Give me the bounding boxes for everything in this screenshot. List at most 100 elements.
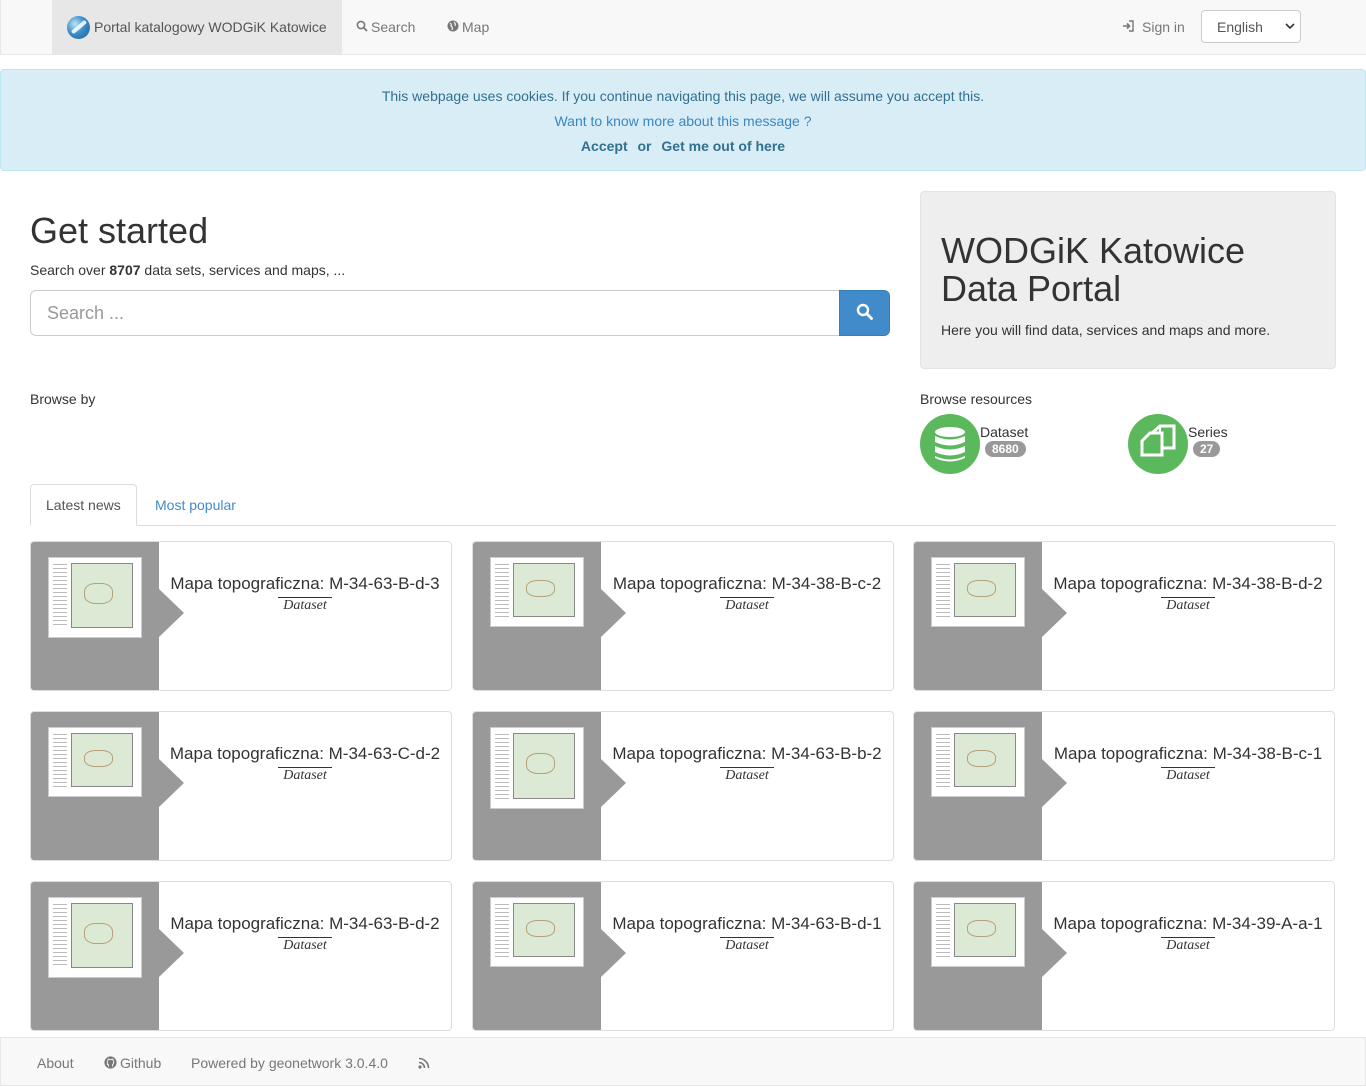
card-title[interactable]: Mapa topograficzna: M-34-63-C-d-2 bbox=[159, 744, 451, 764]
record-count: 8707 bbox=[109, 262, 141, 278]
portal-description: Here you will find data, services and ma… bbox=[941, 322, 1271, 338]
footer-powered-link[interactable]: Powered by geonetwork 3.0.4.0 bbox=[191, 1038, 388, 1087]
map-thumbnail[interactable] bbox=[48, 727, 142, 797]
card-title[interactable]: Mapa topograficzna: M-34-63-B-b-2 bbox=[601, 744, 893, 764]
resource-series-count: 27 bbox=[1193, 441, 1221, 457]
map-preview bbox=[954, 563, 1016, 617]
map-preview bbox=[71, 903, 133, 968]
card-thumbnail-panel bbox=[473, 712, 626, 860]
resource-series-label: Series bbox=[1188, 424, 1228, 440]
search-icon bbox=[356, 20, 368, 35]
record-card[interactable]: Mapa topograficzna: M-34-39-A-a-1 Dataset bbox=[913, 881, 1335, 1031]
card-title[interactable]: Mapa topograficzna: M-34-63-B-d-3 bbox=[159, 574, 451, 594]
nav-map-link[interactable]: Map bbox=[447, 0, 489, 54]
cookie-message: This webpage uses cookies. If you contin… bbox=[381, 88, 985, 104]
map-legend-strip bbox=[495, 564, 509, 617]
record-card[interactable]: Mapa topograficzna: M-34-63-C-d-2 Dataset bbox=[30, 711, 452, 861]
map-preview bbox=[513, 733, 575, 799]
card-title[interactable]: Mapa topograficzna: M-34-38-B-c-1 bbox=[1042, 744, 1334, 764]
cookie-accept-button[interactable]: Accept bbox=[581, 138, 628, 154]
card-thumbnail-panel bbox=[914, 542, 1067, 690]
record-card[interactable]: Mapa topograficzna: M-34-63-B-d-2 Dataset bbox=[30, 881, 452, 1031]
nav-search-label: Search bbox=[371, 19, 416, 35]
map-preview bbox=[513, 563, 575, 617]
map-legend-strip bbox=[495, 904, 509, 957]
map-thumbnail[interactable] bbox=[931, 557, 1025, 627]
card-title[interactable]: Mapa topograficzna: M-34-63-B-d-2 bbox=[159, 914, 451, 934]
map-thumbnail[interactable] bbox=[48, 897, 142, 978]
map-legend-strip bbox=[936, 564, 950, 617]
card-type-label: Dataset bbox=[1161, 597, 1215, 613]
map-thumbnail[interactable] bbox=[490, 897, 584, 967]
card-type-label: Dataset bbox=[278, 767, 332, 783]
subtitle-suffix: data sets, services and maps, ... bbox=[144, 262, 346, 278]
map-legend-strip bbox=[495, 734, 509, 799]
map-thumbnail[interactable] bbox=[931, 727, 1025, 797]
map-thumbnail[interactable] bbox=[48, 557, 142, 638]
portal-title: WODGiK Katowice Data Portal bbox=[941, 230, 1246, 309]
brand-label: Portal katalogowy WODGiK Katowice bbox=[94, 19, 327, 35]
nav-search-link[interactable]: Search bbox=[356, 0, 415, 54]
map-thumbnail[interactable] bbox=[490, 727, 584, 809]
sign-in-label: Sign in bbox=[1142, 19, 1185, 35]
cookie-actions: Accept or Get me out of here bbox=[1, 138, 1365, 154]
globe-icon bbox=[447, 20, 459, 35]
rss-icon[interactable] bbox=[418, 1038, 430, 1087]
card-title[interactable]: Mapa topograficzna: M-34-63-B-d-1 bbox=[601, 914, 893, 934]
map-legend-strip bbox=[53, 734, 67, 787]
cookie-leave-button[interactable]: Get me out of here bbox=[661, 138, 785, 154]
resource-series[interactable]: Series 27 bbox=[1128, 414, 1308, 474]
map-thumbnail[interactable] bbox=[490, 557, 584, 627]
card-type-label: Dataset bbox=[278, 597, 332, 613]
search-input[interactable]: Search ... bbox=[30, 290, 840, 336]
card-type: Dataset bbox=[159, 596, 451, 613]
card-type: Dataset bbox=[601, 766, 893, 783]
card-type: Dataset bbox=[601, 596, 893, 613]
language-select[interactable]: English bbox=[1201, 10, 1301, 43]
map-preview bbox=[513, 903, 575, 957]
chevron-down-icon bbox=[1285, 21, 1295, 34]
get-started-subtitle: Search over 8707 data sets, services and… bbox=[30, 262, 345, 278]
footer-about-link[interactable]: About bbox=[37, 1038, 74, 1087]
language-value: English bbox=[1217, 18, 1263, 35]
card-type: Dataset bbox=[1042, 596, 1334, 613]
map-preview bbox=[954, 903, 1016, 957]
github-icon bbox=[104, 1056, 117, 1069]
card-type: Dataset bbox=[1042, 766, 1334, 783]
resource-dataset-label: Dataset bbox=[980, 424, 1029, 440]
cookie-or-text: or bbox=[637, 138, 652, 154]
card-title[interactable]: Mapa topograficzna: M-34-38-B-c-2 bbox=[601, 574, 893, 594]
record-card[interactable]: Mapa topograficzna: M-34-63-B-b-2 Dataset bbox=[472, 711, 894, 861]
tab-latest-news[interactable]: Latest news bbox=[30, 484, 137, 526]
top-navbar: Portal katalogowy WODGiK Katowice Search… bbox=[0, 0, 1366, 55]
record-card[interactable]: Mapa topograficzna: M-34-63-B-d-1 Dataset bbox=[472, 881, 894, 1031]
card-type: Dataset bbox=[601, 936, 893, 953]
card-type-label: Dataset bbox=[720, 767, 774, 783]
card-thumbnail-panel bbox=[31, 882, 184, 1030]
record-card[interactable]: Mapa topograficzna: M-34-38-B-d-2 Dataset bbox=[913, 541, 1335, 691]
record-card[interactable]: Mapa topograficzna: M-34-38-B-c-2 Dataset bbox=[472, 541, 894, 691]
footer-github-link[interactable]: Github bbox=[104, 1038, 161, 1087]
map-thumbnail[interactable] bbox=[931, 897, 1025, 967]
card-title[interactable]: Mapa topograficzna: M-34-38-B-d-2 bbox=[1042, 574, 1334, 594]
card-thumbnail-panel bbox=[914, 712, 1067, 860]
page-footer: About Github Powered by geonetwork 3.0.4… bbox=[0, 1037, 1366, 1086]
record-card[interactable]: Mapa topograficzna: M-34-63-B-d-3 Dataset bbox=[30, 541, 452, 691]
sign-in-link[interactable]: Sign in bbox=[1122, 0, 1185, 54]
card-type-label: Dataset bbox=[1161, 767, 1215, 783]
map-legend-strip bbox=[53, 904, 67, 968]
brand-link[interactable]: Portal katalogowy WODGiK Katowice bbox=[52, 0, 342, 54]
tab-most-popular[interactable]: Most popular bbox=[140, 484, 251, 526]
brand-logo-icon bbox=[67, 15, 90, 39]
resource-dataset[interactable]: Dataset 8680 bbox=[920, 414, 1100, 474]
search-button[interactable] bbox=[839, 290, 890, 336]
card-thumbnail-panel bbox=[31, 712, 184, 860]
map-legend-strip bbox=[53, 564, 67, 628]
card-type-label: Dataset bbox=[1161, 937, 1215, 953]
map-preview bbox=[954, 733, 1016, 787]
card-title[interactable]: Mapa topograficzna: M-34-39-A-a-1 bbox=[1042, 914, 1334, 934]
copy-icon bbox=[1128, 414, 1188, 474]
cookie-more-link[interactable]: Want to know more about this message ? bbox=[1, 113, 1365, 129]
record-card[interactable]: Mapa topograficzna: M-34-38-B-c-1 Dataset bbox=[913, 711, 1335, 861]
map-legend-strip bbox=[936, 734, 950, 787]
